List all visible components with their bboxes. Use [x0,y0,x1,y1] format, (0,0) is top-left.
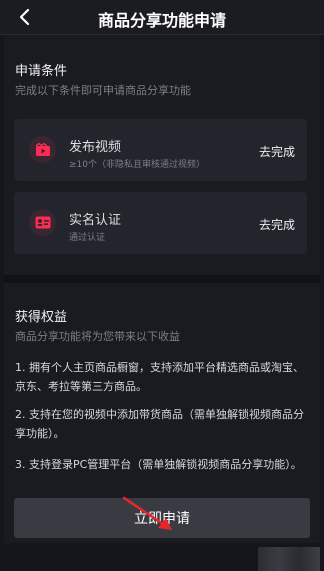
id-card-icon [29,209,56,236]
conditions-title: 申请条件 [15,64,68,79]
condition-card-publish-video[interactable]: 发布视频 ≥10个（非隐私且审核通过视频） 去完成 [14,119,307,181]
benefits-title: 获得权益 [15,310,68,325]
condition-desc: 通过认证 [69,233,106,243]
conditions-subtitle: 完成以下条件即可申请商品分享功能 [15,84,191,97]
complete-link[interactable]: 去完成 [259,216,295,233]
content-panel: 申请条件 完成以下条件即可申请商品分享功能 发布视频 ≥10个（非隐私且审核通过… [4,35,320,571]
benefit-item: 3. 支持登录PC管理平台（需单独解锁视频商品分享功能）。 [15,458,302,471]
annotation-arrow-icon [122,496,172,530]
condition-title: 实名认证 [69,213,122,228]
benefits-subtitle: 商品分享功能将为您带来以下收益 [15,330,180,343]
video-icon [29,136,56,163]
section-divider [4,275,320,283]
page-title: 商品分享功能申请 [97,11,226,30]
complete-link[interactable]: 去完成 [259,143,295,160]
condition-desc: ≥10个（非隐私且审核通过视频） [69,160,205,170]
blurred-watermark [258,547,320,571]
condition-card-real-name[interactable]: 实名认证 通过认证 去完成 [14,192,307,254]
benefit-item: 1. 拥有个人主页商品橱窗，支持添加平台精选商品或淘宝、京东、考拉等第三方商品。 [15,361,304,393]
condition-title: 发布视频 [69,140,122,155]
benefit-item: 2. 支持在您的视频中添加带货商品（需单独解锁视频商品分享功能）。 [15,408,304,440]
top-bar: 商品分享功能申请 [0,0,324,35]
